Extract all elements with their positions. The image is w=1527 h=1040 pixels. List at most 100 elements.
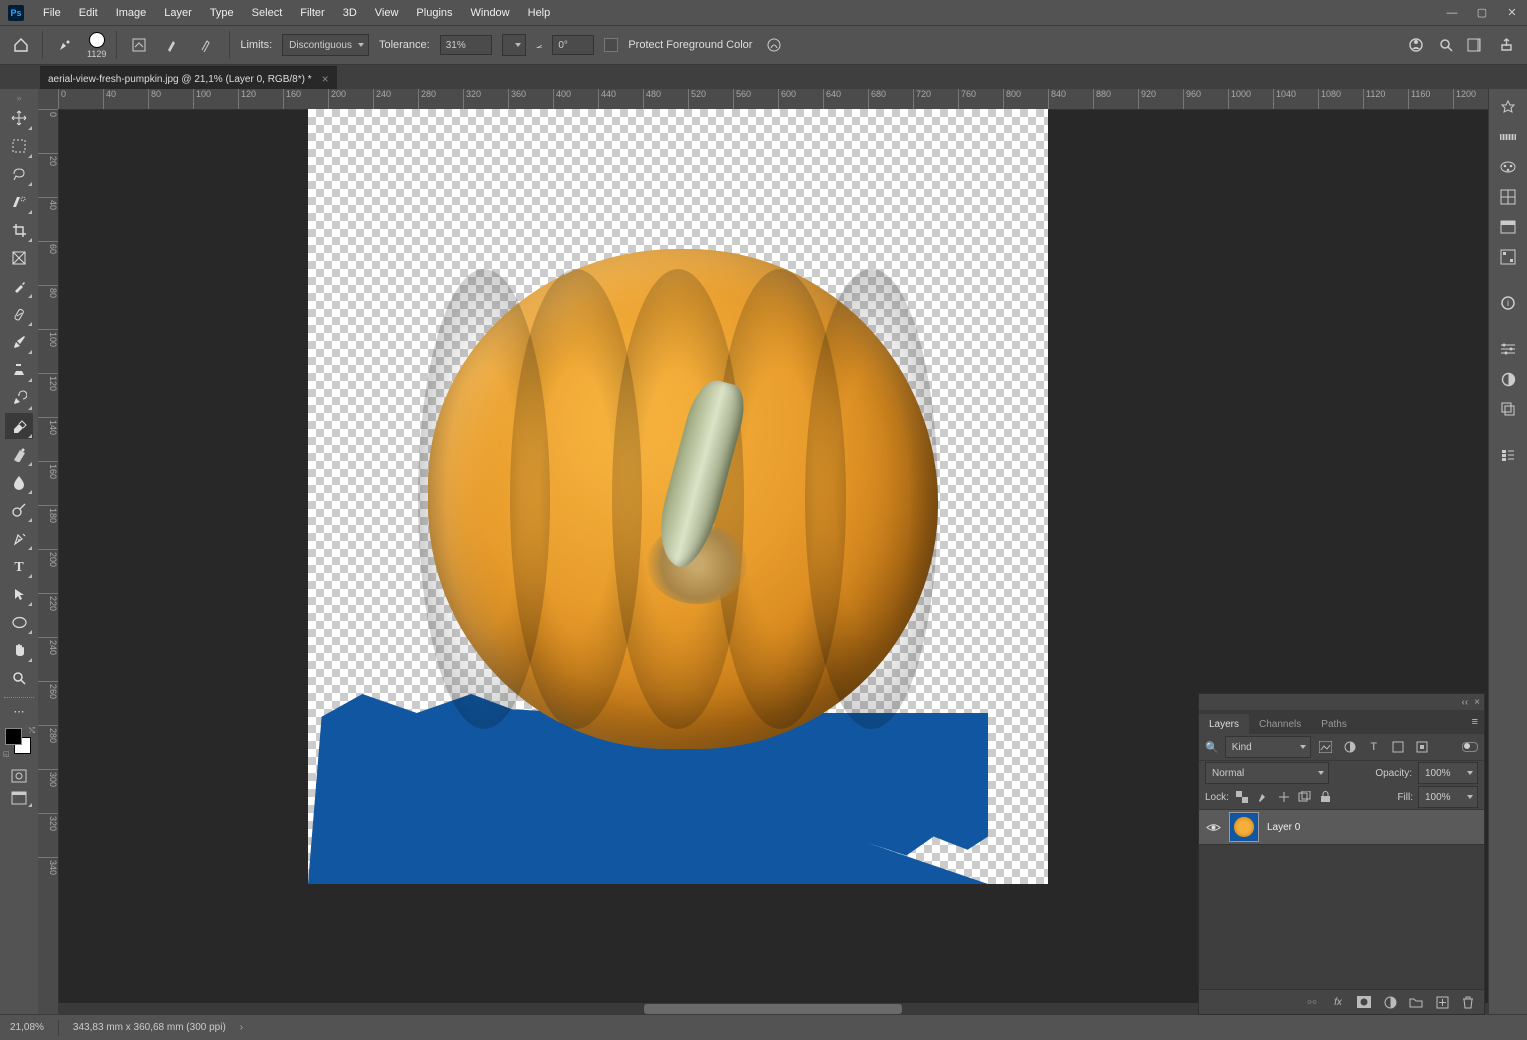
document-tab[interactable]: aerial-view-fresh-pumpkin.jpg @ 21,1% (L… — [40, 66, 337, 91]
channels-panel-icon[interactable] — [1496, 443, 1520, 467]
horizontal-scrollbar-thumb[interactable] — [644, 1004, 901, 1014]
default-colors-icon[interactable]: ◱ — [3, 750, 10, 758]
menu-3d[interactable]: 3D — [334, 7, 366, 19]
vertical-ruler[interactable]: 0204060801001201401601802002202402602803… — [38, 109, 59, 1015]
menu-filter[interactable]: Filter — [291, 7, 333, 19]
adjustments-sliders-icon[interactable] — [1496, 337, 1520, 361]
layer-fx-icon[interactable]: fx — [1330, 994, 1346, 1010]
sampling-continuous-button[interactable] — [161, 33, 185, 57]
gradient-tool[interactable] — [5, 441, 33, 467]
close-button[interactable]: ✕ — [1497, 3, 1527, 23]
tab-layers[interactable]: Layers — [1199, 714, 1249, 734]
home-button[interactable] — [10, 34, 32, 56]
libraries-panel-icon[interactable]: i — [1496, 291, 1520, 315]
menu-type[interactable]: Type — [201, 7, 243, 19]
tool-preset-picker[interactable] — [53, 33, 77, 57]
filter-adjustment-icon[interactable] — [1341, 738, 1359, 756]
protect-foreground-checkbox[interactable] — [604, 38, 618, 52]
frame-tool[interactable] — [5, 245, 33, 271]
limits-dropdown[interactable]: Discontiguous — [282, 34, 369, 56]
layer-name[interactable]: Layer 0 — [1267, 822, 1300, 833]
lasso-tool[interactable] — [5, 161, 33, 187]
adjustments-panel-icon[interactable] — [1496, 245, 1520, 269]
patterns-panel-icon[interactable] — [1496, 185, 1520, 209]
filter-pixel-icon[interactable] — [1317, 738, 1335, 756]
swap-colors-icon[interactable]: ⤭ — [29, 726, 35, 736]
lock-position-icon[interactable] — [1276, 789, 1292, 805]
ruler-origin[interactable] — [38, 89, 59, 110]
filter-kind-dropdown[interactable]: Kind — [1225, 736, 1311, 758]
lock-image-icon[interactable] — [1255, 789, 1271, 805]
dodge-tool[interactable] — [5, 497, 33, 523]
status-flyout-icon[interactable]: › — [240, 1022, 243, 1033]
quick-selection-tool[interactable] — [5, 189, 33, 215]
menu-view[interactable]: View — [366, 7, 408, 19]
menu-file[interactable]: File — [34, 7, 70, 19]
menu-plugins[interactable]: Plugins — [407, 7, 461, 19]
move-tool[interactable] — [5, 105, 33, 131]
group-layers-icon[interactable] — [1408, 994, 1424, 1010]
filter-toggle[interactable] — [1462, 742, 1478, 752]
crop-tool[interactable] — [5, 217, 33, 243]
menu-help[interactable]: Help — [519, 7, 560, 19]
blur-tool[interactable] — [5, 469, 33, 495]
tab-paths[interactable]: Paths — [1311, 714, 1357, 734]
layers-list[interactable]: Layer 0 — [1199, 810, 1484, 989]
pressure-size-button[interactable] — [762, 33, 786, 57]
eyedropper-tool[interactable] — [5, 273, 33, 299]
horizontal-ruler[interactable]: 0408010012016020024028032036040044048052… — [58, 89, 1488, 110]
clone-stamp-tool[interactable] — [5, 357, 33, 383]
delete-layer-icon[interactable] — [1460, 994, 1476, 1010]
layer-row[interactable]: Layer 0 — [1199, 810, 1484, 845]
tolerance-dropdown[interactable] — [502, 34, 526, 56]
document-dimensions[interactable]: 343,83 mm x 360,68 mm (300 ppi) — [73, 1022, 226, 1033]
pen-tool[interactable] — [5, 525, 33, 551]
eraser-tool[interactable] — [5, 413, 33, 439]
layer-mask-icon[interactable] — [1356, 994, 1372, 1010]
brush-settings-button[interactable] — [127, 33, 151, 57]
lock-transparency-icon[interactable] — [1234, 789, 1250, 805]
foreground-color-swatch[interactable] — [5, 728, 22, 745]
shape-tool[interactable] — [5, 609, 33, 635]
edit-toolbar-button[interactable]: ⋯ — [5, 704, 33, 718]
workspace-switcher[interactable] — [1465, 34, 1487, 56]
menu-select[interactable]: Select — [243, 7, 292, 19]
filter-smart-icon[interactable] — [1413, 738, 1431, 756]
maximize-button[interactable]: ▢ — [1467, 3, 1497, 23]
lock-all-icon[interactable] — [1318, 789, 1334, 805]
opacity-input[interactable]: 100% — [1418, 762, 1478, 784]
zoom-level[interactable]: 21,08% — [10, 1022, 44, 1033]
new-layer-icon[interactable] — [1434, 994, 1450, 1010]
document-canvas[interactable] — [308, 109, 1048, 884]
filter-type-icon[interactable]: T — [1365, 738, 1383, 756]
share-button[interactable] — [1495, 34, 1517, 56]
panel-collapse-icon[interactable]: ‹‹ — [1461, 697, 1468, 708]
history-brush-tool[interactable] — [5, 385, 33, 411]
document-tab-close[interactable]: × — [322, 72, 329, 86]
fill-input[interactable]: 100% — [1418, 786, 1478, 808]
layers-panel-titlebar[interactable]: ‹‹ × — [1199, 694, 1484, 710]
swatches-panel-icon[interactable] — [1496, 125, 1520, 149]
layers-panel-icon[interactable] — [1496, 397, 1520, 421]
link-layers-icon[interactable]: ⚯ — [1304, 994, 1320, 1010]
toolbar-collapse-grip[interactable]: » — [0, 93, 38, 103]
tolerance-input[interactable]: 31% — [440, 35, 492, 55]
search-button[interactable] — [1435, 34, 1457, 56]
minimize-button[interactable]: — — [1437, 3, 1467, 23]
hand-tool[interactable] — [5, 637, 33, 663]
color-swatches[interactable]: ⤭ ◱ — [5, 728, 33, 756]
marquee-tool[interactable] — [5, 133, 33, 159]
cloud-docs-button[interactable] — [1405, 34, 1427, 56]
panel-close-icon[interactable]: × — [1474, 697, 1480, 708]
properties-panel-icon[interactable] — [1496, 215, 1520, 239]
layer-thumbnail[interactable] — [1229, 812, 1259, 842]
quick-mask-button[interactable] — [5, 766, 33, 786]
adjustment-layer-icon[interactable] — [1382, 994, 1398, 1010]
angle-input[interactable]: 0° — [552, 35, 594, 55]
tab-channels[interactable]: Channels — [1249, 714, 1311, 734]
healing-brush-tool[interactable] — [5, 301, 33, 327]
gradients-panel-icon[interactable] — [1496, 155, 1520, 179]
screen-mode-button[interactable] — [5, 788, 33, 808]
menu-layer[interactable]: Layer — [155, 7, 201, 19]
layer-visibility-icon[interactable] — [1205, 819, 1221, 835]
